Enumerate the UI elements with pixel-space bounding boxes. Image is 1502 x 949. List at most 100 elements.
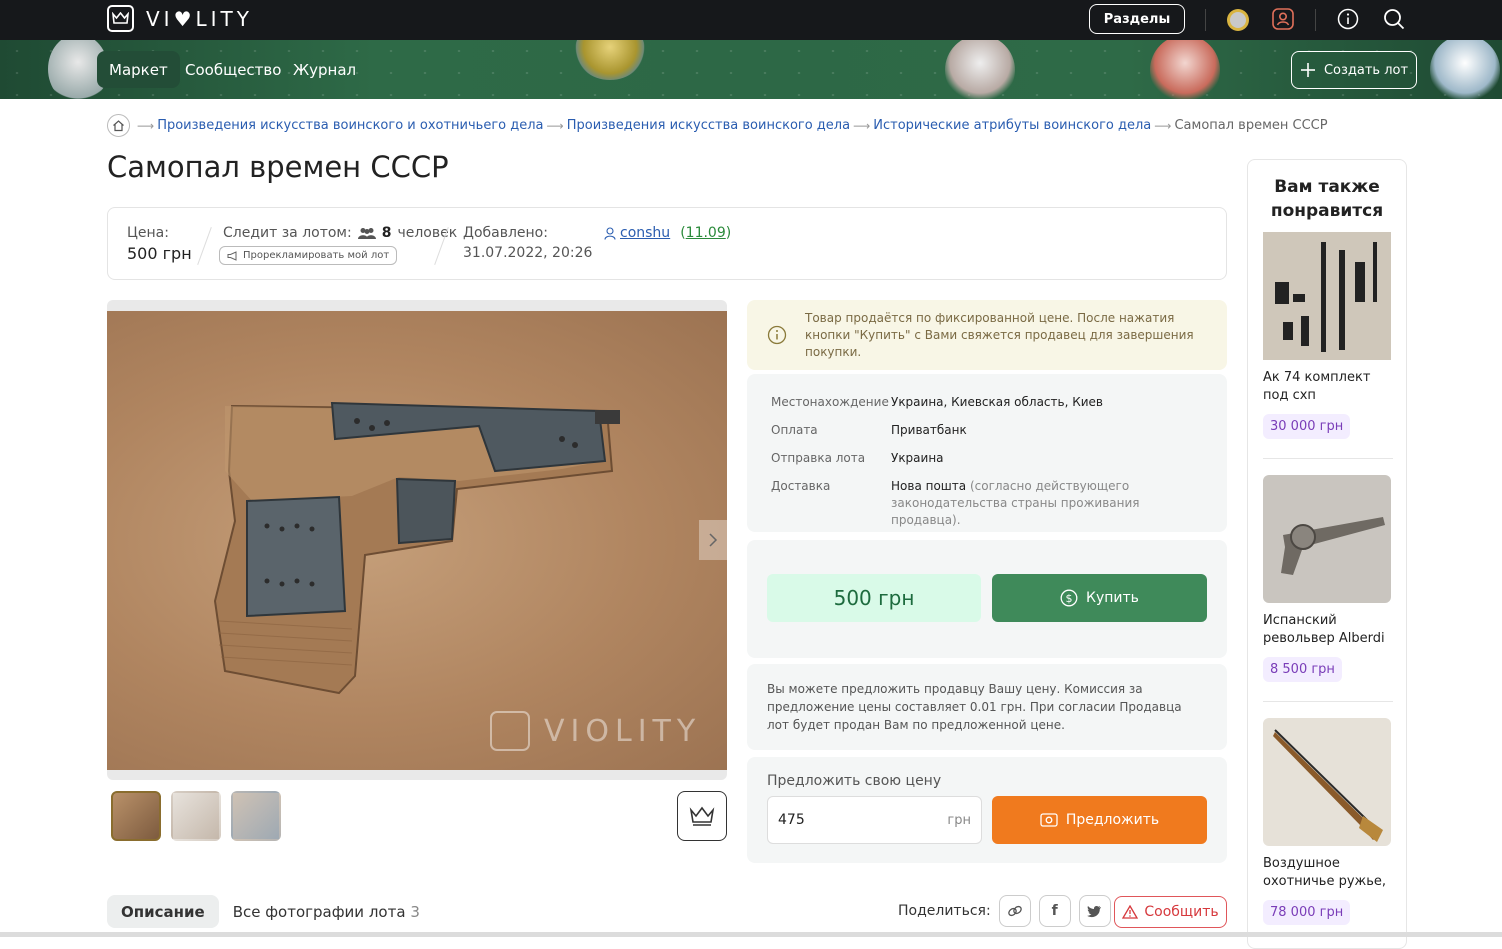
nav-market[interactable]: Маркет [97,51,180,88]
recommended-item[interactable]: Испанский револьвер Alberdi 8 500 грн [1263,475,1393,682]
page-title: Самопал времен СССР [107,150,449,184]
recommended-item[interactable]: Ак 74 комплект под схп 30 000 грн [1263,232,1393,439]
ornament-decoration [1150,40,1220,99]
breadcrumb-arrow-icon: ⟶ [1154,118,1172,133]
offer-box: Предложить свою цену 475 грн Предложить [747,757,1227,863]
crown-logo-icon [107,5,134,32]
offer-label: Предложить свою цену [767,773,942,789]
divider [1263,701,1393,702]
breadcrumb-link[interactable]: Произведения искусства воинского и охотн… [157,118,543,133]
plus-icon [1300,63,1315,77]
breadcrumb: ⟶ Произведения искусства воинского и охо… [107,114,1328,137]
buy-price: 500 грн [767,574,981,622]
seller-rating-value: 11.09 [685,225,726,241]
photo-thumbnails [111,791,281,841]
user-icon [604,226,616,240]
detail-key: Отправка лота [771,451,866,465]
megaphone-icon [227,250,237,261]
price-block: Цена: 500 грн [127,225,192,263]
detail-value: Украина, Киевская область, Киев [891,395,1103,409]
detail-value: Украина [891,451,944,465]
tab-all-photos-label: Все фотографии лота [232,902,406,921]
detail-row: Местонахождение Украина, Киевская област… [771,394,1203,411]
chevron-right-icon [709,533,718,547]
tab-all-photos[interactable]: Все фотографии лота 3 [233,903,420,921]
breadcrumb-current: Самопал времен СССР [1174,118,1328,133]
detail-value-wrap: Нова пошта (согласно действующего законо… [891,478,1203,529]
share-block: Поделиться: f [898,895,1111,927]
promote-lot-label: Прорекламировать мой лот [243,250,390,261]
site-logo[interactable]: VI♥LITY [107,5,253,32]
thumbnail[interactable] [111,791,161,841]
copy-link-button[interactable] [998,895,1031,927]
lot-photo[interactable]: VIOLITY [107,311,727,770]
watermark: VIOLITY [490,711,701,751]
breadcrumb-link[interactable]: Исторические атрибуты воинского дела [873,118,1151,133]
breadcrumb-arrow-icon: ⟶ [137,118,155,133]
user-avatar[interactable] [1226,8,1250,32]
report-label: Сообщить [1144,904,1219,920]
sections-button[interactable]: Разделы [1089,4,1185,34]
detail-value: Приватбанк [891,423,967,437]
tab-description[interactable]: Описание [107,895,219,928]
nav-journal[interactable]: Журнал [281,51,368,88]
link-icon [1007,905,1022,917]
share-label: Поделиться: [898,903,991,919]
ornament-decoration [945,40,1015,99]
thumbnail[interactable] [231,791,281,841]
notice-text: Товар продаётся по фиксированной цене. П… [805,310,1194,359]
item-price: 8 500 грн [1263,657,1342,682]
item-name: Воздушное охотничье ружье, [1263,856,1387,889]
watchers-label: Следит за лотом: [223,225,352,241]
crown-watermark-icon [490,711,530,751]
promote-lot-button[interactable]: Прорекламировать мой лот [219,246,398,265]
divider [197,227,212,265]
crown-icon [689,806,715,826]
buy-button[interactable]: $ Купить [992,574,1207,622]
favorite-crown-button[interactable] [677,791,727,841]
sidebar-title: Вам также понравится [1270,177,1384,221]
search-icon[interactable] [1383,8,1405,30]
price-label: Цена: [127,225,169,241]
detail-row: Доставка Нова пошта (согласно действующе… [771,478,1203,529]
recommended-item[interactable]: Воздушное охотничье ружье, 78 000 грн [1263,718,1393,925]
breadcrumb-link[interactable]: Произведения искусства воинского дела [567,118,850,133]
detail-row: Отправка лота Украина [771,450,1203,467]
profile-icon[interactable] [1272,8,1294,30]
info-icon [767,325,787,345]
lot-tabs: Описание Все фотографии лота 3 [107,895,420,928]
next-photo-button[interactable] [699,520,727,560]
detail-key: Доставка [771,479,831,493]
offer-price-input[interactable]: 475 грн [767,796,982,844]
seller-rating[interactable]: (11.09) [680,225,731,241]
added-label: Добавлено: [463,225,548,241]
item-price: 30 000 грн [1263,414,1351,439]
info-icon[interactable] [1337,8,1359,30]
home-icon[interactable] [107,114,130,137]
breadcrumb-arrow-icon: ⟶ [546,118,564,133]
price-value: 500 грн [127,244,192,263]
nav-banner: Маркет Сообщество Журнал Создать лот [0,40,1502,99]
cash-icon [1040,813,1058,827]
thumbnail[interactable] [171,791,221,841]
watchers-count: 8 [381,225,392,241]
report-button[interactable]: Сообщить [1114,896,1227,928]
create-lot-button[interactable]: Создать лот [1291,51,1417,89]
seller-name[interactable]: conshu [620,225,670,241]
logo-text: VI♥LITY [146,6,253,31]
added-block: Добавлено: 31.07.2022, 20:26 [463,225,592,261]
watermark-text: VIOLITY [544,713,702,749]
nav-community[interactable]: Сообщество [173,51,293,88]
recommendations-sidebar: Вам также понравится Ак 74 комплект под … [1247,159,1407,949]
share-twitter-button[interactable] [1078,895,1111,927]
warning-icon [1122,905,1139,919]
pistol-image [213,401,620,695]
dollar-coin-icon: $ [1060,589,1078,607]
offer-button[interactable]: Предложить [992,796,1207,844]
watchers-block: Следит за лотом: 8 человек [223,225,457,241]
item-image [1263,232,1391,360]
share-facebook-button[interactable]: f [1038,895,1071,927]
fixed-price-notice: Товар продаётся по фиксированной цене. П… [747,300,1227,370]
divider [1205,9,1206,31]
horizontal-scrollbar[interactable] [0,932,1502,937]
